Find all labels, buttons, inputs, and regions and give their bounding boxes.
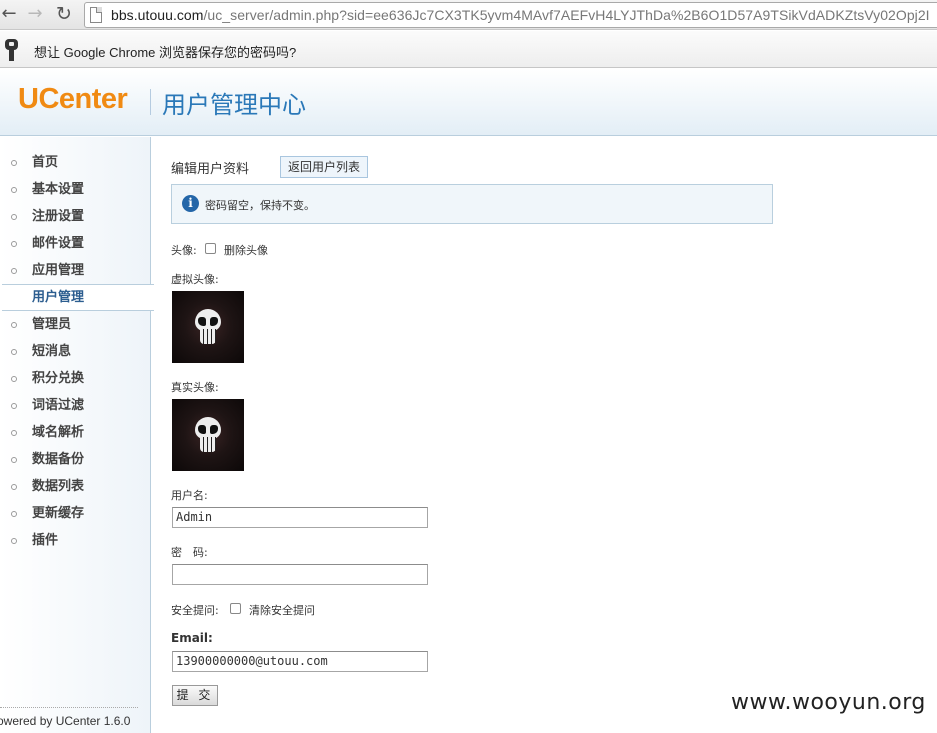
sidebar-item-label: 数据备份 [32,452,85,467]
sidebar-item-credit-exchange[interactable]: 积分兑换 [0,365,151,392]
virtual-avatar-label: 虚拟头像: [171,273,219,286]
header-title: 用户管理中心 [162,91,306,119]
sidebar-item-home[interactable]: 首页 [0,149,151,176]
password-prompt-text: 想让 Google Chrome 浏览器保存您的密码吗? [34,45,297,60]
submit-button[interactable]: 提 交 [172,685,218,706]
sidebar-item-label: 首页 [32,155,59,170]
url-path: /uc_server/admin.php?sid=ee636Jc7CX3TK5y… [203,7,930,23]
key-icon [5,39,19,61]
address-bar[interactable]: bbs.utouu.com/uc_server/admin.php?sid=ee… [84,2,937,28]
bullet-icon [11,511,17,517]
clear-security-question-label: 清除安全提问 [249,604,315,617]
password-infobar: 想让 Google Chrome 浏览器保存您的密码吗? [0,31,937,68]
forward-arrow-icon[interactable]: → [24,3,46,25]
powered-by-text: owered by UCenter 1.6.0 [0,714,131,728]
sidebar-item-label: 更新缓存 [32,506,85,521]
url-text: bbs.utouu.com/uc_server/admin.php?sid=ee… [111,7,930,23]
real-avatar-image [172,399,244,471]
sidebar-item-word-filter[interactable]: 词语过滤 [0,392,151,419]
main-content: 编辑用户资料 返回用户列表 i 密码留空，保持不变。 头像: 删除头像 虚拟头像… [152,137,937,733]
real-avatar-label: 真实头像: [171,381,219,394]
sidebar-item-label: 词语过滤 [32,398,85,413]
footer-divider [0,707,138,708]
skull-icon [195,417,221,453]
sidebar-item-user-management[interactable]: 用户管理 [2,284,154,311]
notice-box: i 密码留空，保持不变。 [171,184,773,224]
sidebar-item-app-management[interactable]: 应用管理 [0,257,151,284]
sidebar-item-update-cache[interactable]: 更新缓存 [0,500,151,527]
browser-toolbar: ← → ↻ bbs.utouu.com/uc_server/admin.php?… [0,0,937,30]
sidebar-item-plugins[interactable]: 插件 [0,527,151,554]
password-input[interactable] [172,564,428,585]
bullet-icon [11,322,17,328]
bullet-icon [11,349,17,355]
sidebar-item-label: 积分兑换 [32,371,85,386]
delete-avatar-label: 删除头像 [224,244,268,257]
bullet-icon [11,268,17,274]
sidebar-item-data-list[interactable]: 数据列表 [0,473,151,500]
sidebar-item-basic-settings[interactable]: 基本设置 [0,176,151,203]
notice-text: 密码留空，保持不变。 [205,199,315,212]
sidebar-item-label: 基本设置 [32,182,85,197]
security-question-label: 安全提问: [171,604,219,617]
clear-security-question-checkbox[interactable] [230,603,241,614]
bullet-icon [11,376,17,382]
sidebar-item-register-settings[interactable]: 注册设置 [0,203,151,230]
sidebar-item-admins[interactable]: 管理员 [0,311,151,338]
password-label: 密 码: [171,546,208,559]
app-header: UCenter 用户管理中心 [0,69,937,136]
url-host: bbs.utouu.com [111,7,204,23]
sidebar-item-mail-settings[interactable]: 邮件设置 [0,230,151,257]
page-icon [90,7,102,23]
info-icon: i [182,195,199,212]
watermark-text: www.wooyun.org [731,690,926,715]
sidebar-item-label: 应用管理 [32,263,85,278]
ucenter-logo[interactable]: UCenter [18,83,128,116]
bullet-icon [11,160,17,166]
delete-avatar-checkbox[interactable] [205,243,216,254]
sidebar-item-label: 插件 [32,533,59,548]
email-input[interactable]: 13900000000@utouu.com [172,651,428,672]
bullet-icon [11,457,17,463]
sidebar-item-label: 数据列表 [32,479,85,494]
back-to-user-list-button[interactable]: 返回用户列表 [280,156,368,178]
sidebar-item-domain-resolve[interactable]: 域名解析 [0,419,151,446]
virtual-avatar-image [172,291,244,363]
username-input[interactable]: Admin [172,507,428,528]
username-label: 用户名: [171,489,208,502]
avatar-label: 头像: [171,244,197,257]
bullet-icon [11,241,17,247]
sidebar-item-label: 短消息 [32,344,72,359]
sidebar-item-label: 注册设置 [32,209,85,224]
reload-icon[interactable]: ↻ [53,3,75,25]
sidebar-item-messages[interactable]: 短消息 [0,338,151,365]
sidebar: 首页 基本设置 注册设置 邮件设置 应用管理 用户管理 管理员 短消息 积分兑换… [0,137,154,733]
skull-icon [195,309,221,345]
sidebar-menu: 首页 基本设置 注册设置 邮件设置 应用管理 用户管理 管理员 短消息 积分兑换… [0,149,154,554]
bullet-icon [11,430,17,436]
bullet-icon [11,214,17,220]
back-arrow-icon[interactable]: ← [0,3,20,25]
bullet-icon [11,403,17,409]
bullet-icon [11,187,17,193]
bullet-icon [11,484,17,490]
sidebar-item-data-backup[interactable]: 数据备份 [0,446,151,473]
sidebar-item-label: 管理员 [32,317,72,332]
sidebar-item-label: 用户管理 [32,290,85,305]
bullet-icon [11,538,17,544]
page-title: 编辑用户资料 [171,162,250,177]
email-label: Email: [171,631,213,645]
sidebar-item-label: 邮件设置 [32,236,85,251]
sidebar-item-label: 域名解析 [32,425,85,440]
header-divider [150,89,151,115]
